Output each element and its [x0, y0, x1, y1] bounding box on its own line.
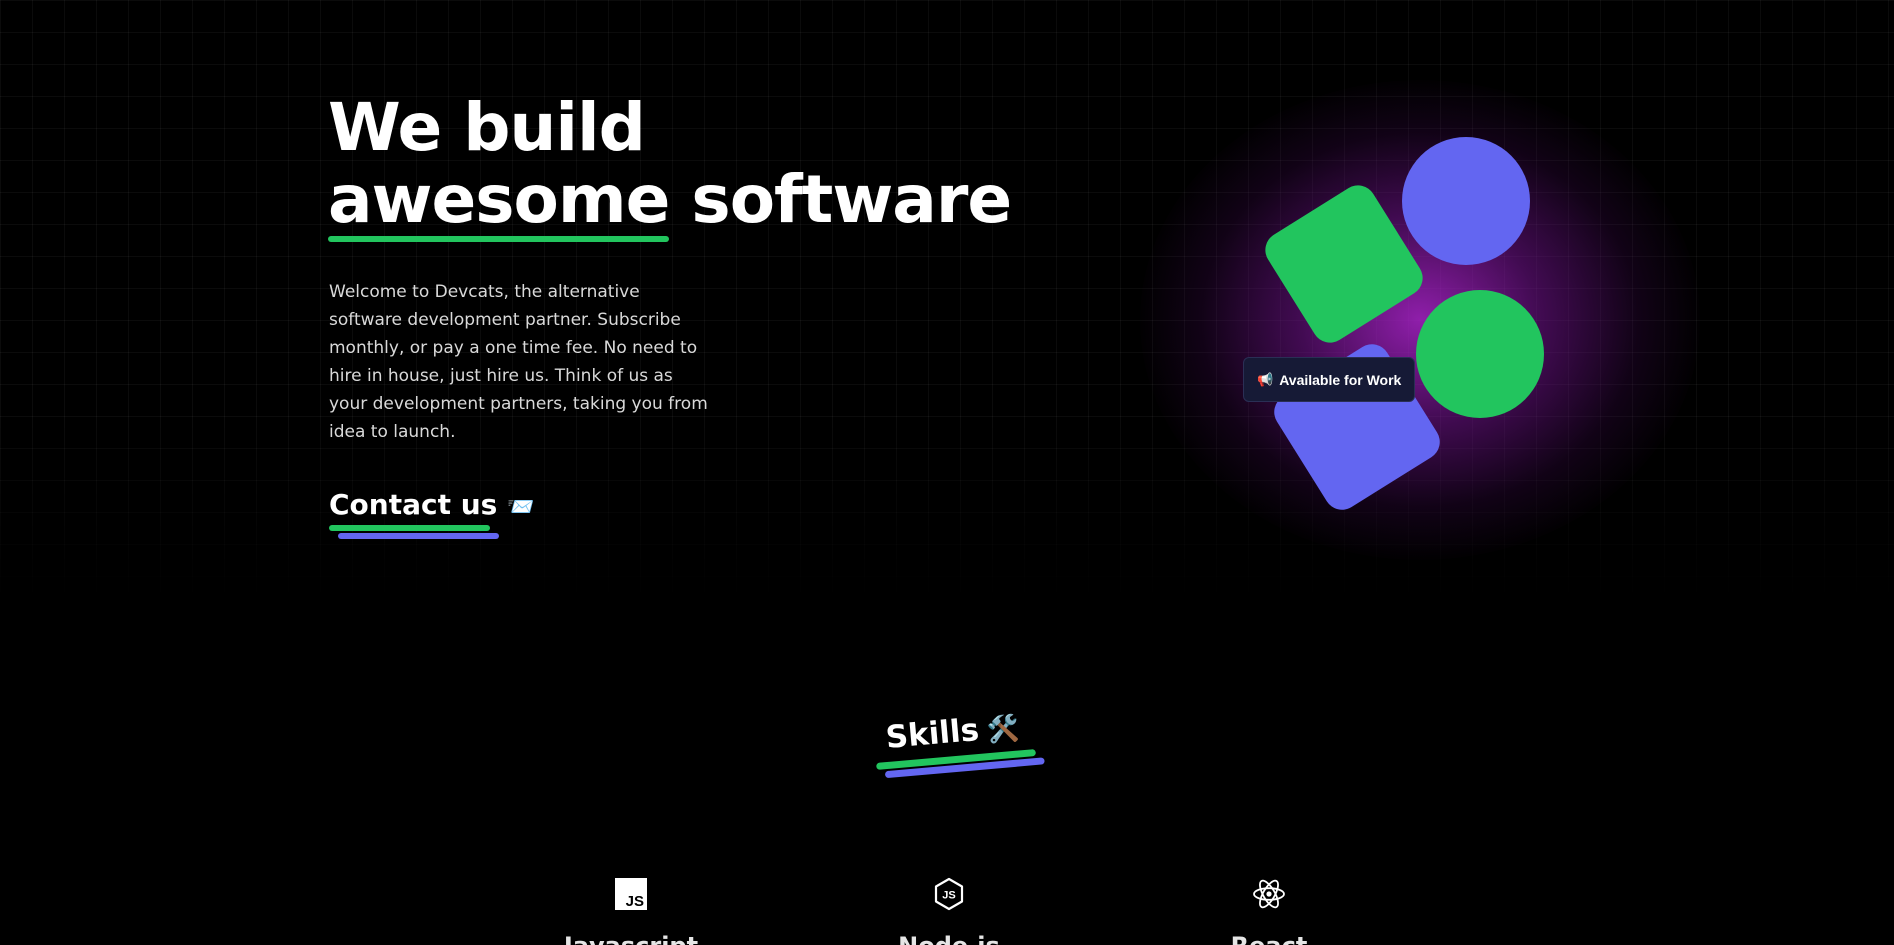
- nodejs-icon: JS: [932, 877, 966, 911]
- skill-name: React: [1231, 931, 1308, 945]
- skill-name: Javascript: [564, 931, 698, 945]
- hero-title-line1: We build: [328, 89, 646, 166]
- contact-underline-green: [329, 525, 490, 531]
- svg-text:JS: JS: [942, 890, 955, 902]
- hero-title-rest: software: [691, 161, 1012, 238]
- tools-icon: 🛠️: [985, 713, 1021, 747]
- skill-item-javascript: JS Javascript: [511, 877, 751, 945]
- hero-title-highlight: awesome: [328, 161, 670, 242]
- javascript-icon-text: JS: [625, 893, 644, 910]
- purple-glow: [1140, 80, 1700, 560]
- landing-page: We build awesome software Welcome to Dev…: [0, 0, 1894, 945]
- javascript-icon: JS: [614, 877, 648, 911]
- contact-us-text: Contact us: [329, 488, 498, 521]
- skill-item-nodejs: JS Node.js: [829, 877, 1069, 945]
- contact-underline-blue: [338, 533, 499, 539]
- hero-title: We build awesome software: [328, 89, 1012, 242]
- megaphone-icon: 📢: [1257, 371, 1274, 387]
- skill-name: Node.js: [898, 931, 1000, 945]
- contact-us-label: Contact us: [329, 487, 499, 539]
- availability-badge: 📢 Available for Work: [1243, 357, 1416, 402]
- availability-label: Available for Work: [1279, 371, 1402, 388]
- skills-title-text: Skills: [884, 711, 981, 756]
- react-icon: [1252, 877, 1286, 911]
- envelope-icon: 📨: [507, 495, 535, 520]
- contact-us-link[interactable]: Contact us 📨: [329, 484, 535, 539]
- skill-item-react: React: [1149, 877, 1389, 945]
- skills-heading: Skills 🛠️: [876, 706, 1045, 779]
- skills-title: Skills 🛠️: [876, 706, 1045, 779]
- hero-description: Welcome to Devcats, the alternative soft…: [329, 282, 708, 442]
